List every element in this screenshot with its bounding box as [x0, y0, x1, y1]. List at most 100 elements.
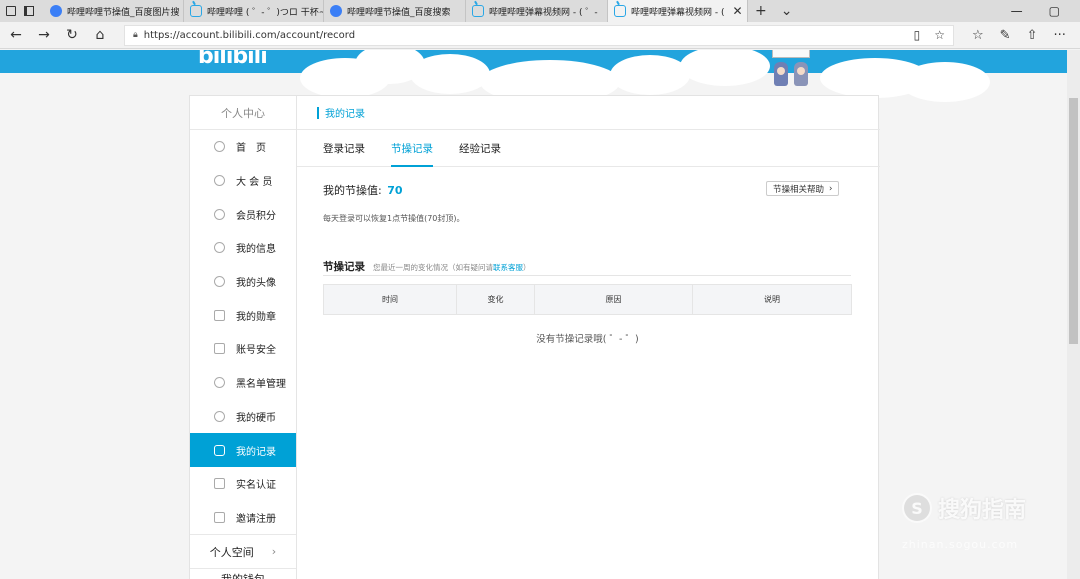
vip-icon	[214, 175, 225, 187]
tab-title: 哔哩哔哩节操值_百度图片搜	[67, 7, 180, 18]
cloud-decoration	[610, 55, 690, 95]
records-header: 节操记录 您最近一周的变化情况（如有疑问请 联系客服 ）	[323, 259, 531, 274]
maximize-icon[interactable]: ▢	[1049, 4, 1060, 18]
browser-tab[interactable]: 哔哩哔哩弹幕视频网 - ( ゜-	[466, 0, 608, 22]
url-text: https://account.bilibili.com/account/rec…	[143, 29, 356, 41]
more-icon[interactable]: ···	[1053, 28, 1065, 43]
sidebar-item-invite[interactable]: 邀请注册	[190, 501, 296, 535]
sidebar-item-label: 我的硬币	[236, 412, 276, 424]
sogou-logo-icon: S	[902, 493, 932, 523]
window-controls: — ▢	[1011, 0, 1080, 22]
favorites-list-icon[interactable]: ☆	[972, 28, 984, 43]
favorite-star-icon[interactable]: ☆	[934, 28, 945, 42]
share-icon[interactable]: ⇧	[1027, 28, 1038, 43]
bilibili-logo[interactable]: bilibili	[198, 50, 268, 69]
column-header-change: 变化	[456, 284, 535, 315]
sidebar-item-label: 我的信息	[236, 244, 276, 256]
browser-tab-active[interactable]: 哔哩哔哩弹幕视频网 - ( ✕	[608, 0, 748, 22]
refresh-icon[interactable]: ↻	[58, 27, 86, 43]
column-header-note: 说明	[692, 284, 852, 315]
sidebar-item-points[interactable]: 会员积分	[190, 197, 296, 231]
sidebar-header: 个人中心	[190, 96, 296, 130]
sidebar-item-label: 邀请注册	[236, 513, 276, 525]
sidebar-personal-space[interactable]: 个人空间 ›	[190, 534, 296, 568]
sidebar-item-vip[interactable]: 大 会 员	[190, 164, 296, 198]
tab-actions	[0, 0, 44, 22]
page-title: 我的记录	[297, 96, 880, 130]
cloud-decoration	[680, 50, 770, 86]
records-title: 节操记录	[323, 261, 365, 273]
chevron-right-icon: ›	[271, 545, 277, 559]
new-tab-button[interactable]: +	[748, 0, 774, 22]
contact-support-link[interactable]: 联系客服	[493, 262, 523, 273]
forward-icon[interactable]: →	[30, 27, 58, 43]
tab-integrity-records[interactable]: 节操记录	[391, 130, 433, 167]
records-subtitle: 您最近一周的变化情况（如有疑问请	[373, 263, 493, 272]
reading-view-icon[interactable]: ▯	[914, 28, 921, 42]
tab-title: 哔哩哔哩节操值_百度搜索	[347, 7, 451, 18]
page-scrollbar[interactable]	[1067, 50, 1080, 579]
account-panel: 个人中心 首 页 大 会 员 会员积分 我的信息 我的头像 我的勋章 账号安全 …	[189, 95, 880, 579]
title-accent-bar	[317, 106, 319, 119]
integrity-description: 每天登录可以恢复1点节操值(70封顶)。	[323, 214, 465, 223]
sidebar-item-blacklist[interactable]: 黑名单管理	[190, 366, 296, 400]
cloud-decoration	[410, 54, 490, 94]
browser-tab[interactable]: 哔哩哔哩节操值_百度搜索	[324, 0, 466, 22]
score-value: 70	[387, 184, 403, 197]
account-sidebar: 个人中心 首 页 大 会 员 会员积分 我的信息 我的头像 我的勋章 账号安全 …	[190, 96, 297, 579]
close-tab-icon[interactable]: ✕	[732, 4, 742, 18]
tab-preview-chevron-icon[interactable]: ⌄	[774, 0, 800, 22]
pen-notes-icon[interactable]: ✎	[1000, 28, 1011, 43]
divider	[323, 275, 851, 276]
url-field[interactable]: 🔒︎ https://account.bilibili.com/account/…	[124, 24, 954, 46]
sidebar-item-home[interactable]: 首 页	[190, 130, 296, 164]
tab-exp-records[interactable]: 经验记录	[459, 130, 501, 166]
watermark-url: zhinan.sogou.com	[902, 538, 1019, 551]
sidebar-item-label: 账号安全	[236, 345, 276, 357]
sidebar-item-label: 我的记录	[236, 446, 276, 458]
sidebar-item-records[interactable]: 我的记录	[190, 433, 296, 467]
scrollbar-thumb[interactable]	[1069, 98, 1078, 344]
sidebar-item-realname[interactable]: 实名认证	[190, 467, 296, 501]
column-header-time: 时间	[323, 284, 457, 315]
header-banner: bilibili	[0, 50, 1067, 104]
main-content: 我的记录 登录记录 节操记录 经验记录 我的节操值: 70 节操相关帮助 › 每…	[297, 96, 880, 579]
bilibili-icon	[472, 5, 484, 17]
sidebar-item-medal[interactable]: 我的勋章	[190, 298, 296, 332]
bilibili-icon	[190, 5, 202, 17]
column-header-reason: 原因	[534, 284, 693, 315]
tab-login-records[interactable]: 登录记录	[323, 130, 365, 166]
sidebar-item-label: 黑名单管理	[236, 379, 286, 391]
browser-tab[interactable]: 哔哩哔哩节操值_百度图片搜	[44, 0, 184, 22]
empty-records-message: 没有节操记录哦( ゜- ゜)	[536, 334, 639, 345]
browser-toolbar: ☆ ✎ ⇧ ···	[972, 28, 1066, 43]
browser-tab[interactable]: 哔哩哔哩 ( ゜- ゜)つロ 干杯~	[184, 0, 324, 22]
personal-space-label: 个人空间	[209, 545, 254, 559]
points-icon	[214, 208, 225, 220]
table-header-row: 时间 变化 原因 说明	[323, 284, 852, 315]
sidebar-item-label: 我的勋章	[236, 311, 276, 323]
browser-address-bar: ← → ↻ ⌂ 🔒︎ https://account.bilibili.com/…	[0, 22, 1080, 49]
set-aside-tabs-icon[interactable]	[24, 6, 34, 16]
integrity-help-button[interactable]: 节操相关帮助 ›	[766, 181, 840, 196]
tab-title: 哔哩哔哩 ( ゜- ゜)つロ 干杯~	[207, 7, 324, 18]
tab-sets-icon[interactable]	[6, 6, 16, 16]
lock-icon: 🔒︎	[133, 30, 138, 40]
sidebar-item-coins[interactable]: 我的硬币	[190, 400, 296, 434]
integrity-score: 我的节操值: 70	[323, 182, 403, 198]
home-icon[interactable]: ⌂	[86, 27, 114, 43]
mascot-22	[774, 62, 788, 86]
mascot-illustration	[770, 50, 820, 88]
sidebar-wallet[interactable]: 我的钱包	[190, 568, 296, 579]
back-icon[interactable]: ←	[2, 27, 30, 43]
watermark-text: 搜狗指南	[938, 498, 1027, 523]
sidebar-item-avatar[interactable]: 我的头像	[190, 265, 296, 299]
minimize-icon[interactable]: —	[1011, 4, 1023, 18]
id-card-icon	[214, 478, 225, 490]
sidebar-item-security[interactable]: 账号安全	[190, 332, 296, 366]
sidebar-item-info[interactable]: 我的信息	[190, 231, 296, 265]
coin-icon	[214, 410, 225, 422]
sidebar-item-label: 大 会 员	[236, 177, 273, 189]
page-title-text: 我的记录	[325, 109, 365, 120]
sidebar-item-label: 会员积分	[236, 210, 276, 222]
